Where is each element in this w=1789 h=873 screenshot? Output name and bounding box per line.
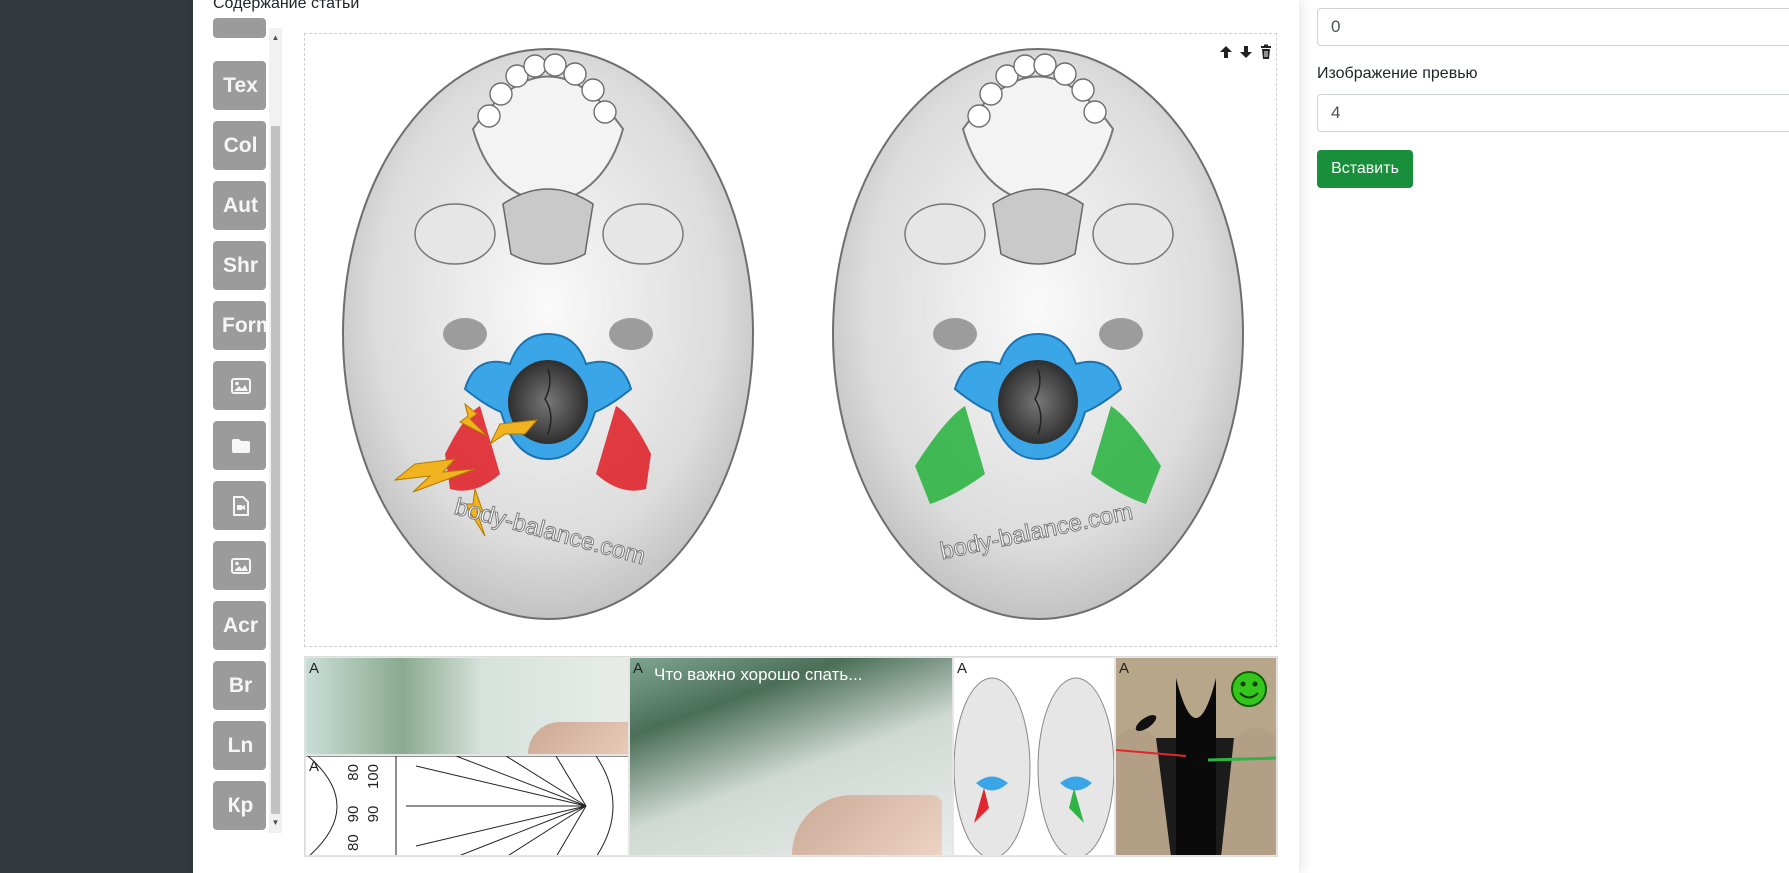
thumbnail-badge: A: [309, 660, 320, 677]
tool-button-label: Br: [228, 674, 253, 697]
tool-button-label: Tex: [223, 74, 258, 97]
image-icon: [230, 374, 251, 397]
thumbnail-3[interactable]: A: [953, 657, 1115, 856]
tool-button-folder[interactable]: [213, 421, 266, 470]
tool-button-accordion[interactable]: Acr: [213, 601, 266, 650]
toolbar-scroll-thumb[interactable]: [271, 126, 280, 814]
folder-icon: [231, 434, 251, 457]
tool-button-label: Shr: [222, 254, 258, 277]
tool-button-label: Ln: [227, 734, 254, 757]
thumbnail-badge: A: [633, 660, 644, 677]
image-thumbnails: A A Что важно хорошо спать... A A A 80 1…: [304, 656, 1278, 857]
tool-button-partial[interactable]: [213, 18, 266, 38]
preview-image-field[interactable]: [1317, 94, 1789, 132]
hand-shape: [528, 722, 628, 754]
thumbnail-cervical-scan: [1116, 658, 1276, 855]
skull-left: body-balance.com: [342, 48, 754, 620]
thumbnail-protractor: 80 100 90 90 80: [306, 756, 628, 855]
number-field[interactable]: [1317, 8, 1789, 46]
smiley-icon: [1231, 671, 1267, 707]
tool-button-kr[interactable]: Кр: [213, 781, 266, 830]
thumbnail-1[interactable]: A: [305, 657, 629, 755]
thumbnail-skulls: [954, 677, 1114, 855]
tool-button-columns[interactable]: Col: [213, 121, 266, 170]
tool-button-label: Form: [222, 314, 266, 337]
tool-button-label: Col: [223, 134, 258, 157]
thumbnail-badge: A: [957, 660, 968, 677]
tool-button-text[interactable]: Tex: [213, 61, 266, 110]
protractor-label: 90: [345, 806, 362, 823]
tool-button-video-file[interactable]: [213, 481, 266, 530]
tool-button-label: Acr: [222, 614, 259, 637]
scroll-up-arrow[interactable]: ▲: [270, 33, 281, 42]
hand-shape: [792, 795, 942, 855]
skull-right: body-balance.com: [832, 48, 1244, 620]
left-sidebar: [0, 0, 193, 873]
insert-button[interactable]: Вставить: [1317, 150, 1413, 188]
thumbnail-4[interactable]: A: [1115, 657, 1277, 856]
tool-button-break[interactable]: Br: [213, 661, 266, 710]
image-icon: [230, 554, 251, 577]
tool-button-author[interactable]: Aut: [213, 181, 266, 230]
skull-illustration: body-balance.com body-balance.com: [342, 48, 1244, 620]
preview-image-label: Изображение превью: [1317, 65, 1478, 82]
protractor-label: 100: [365, 764, 382, 789]
protractor-label: 80: [345, 764, 362, 781]
thumbnail-2[interactable]: A Что важно хорошо спать...: [629, 657, 953, 856]
tool-button-form[interactable]: Form: [213, 301, 266, 350]
protractor-label: 90: [365, 806, 382, 823]
tool-button-gallery[interactable]: [213, 541, 266, 590]
tool-button-line[interactable]: Ln: [213, 721, 266, 770]
image-block[interactable]: body-balance.com body-balance.com: [304, 33, 1277, 647]
scroll-down-arrow[interactable]: ▼: [270, 818, 281, 827]
tool-button-label: Aut: [223, 194, 258, 217]
protractor-label: 80: [345, 834, 362, 851]
video-file-icon: [232, 494, 249, 517]
thumbnail-badge: A: [309, 758, 320, 775]
thumbnail-badge: A: [1119, 660, 1130, 677]
thumbnail-title: Что важно хорошо спать...: [654, 665, 863, 684]
section-label: Содержание статьи: [213, 0, 360, 12]
tool-button-label: Кр: [227, 794, 254, 817]
thumbnail-5[interactable]: A 80 100 90 90 80: [305, 755, 629, 856]
tool-button-short[interactable]: Shr: [213, 241, 266, 290]
tool-button-image[interactable]: [213, 361, 266, 410]
